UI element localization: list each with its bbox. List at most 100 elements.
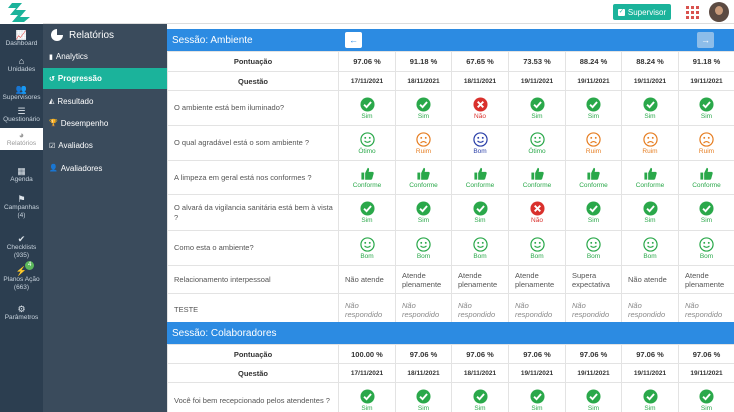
answer-cell: Bom: [338, 230, 396, 266]
answer-text: Supera expectativa: [572, 270, 610, 289]
score-value: 100.00 %: [338, 344, 396, 364]
score-value: 97.06 %: [508, 344, 566, 364]
answer-cell: Não: [508, 194, 566, 231]
supervisor-button[interactable]: ✓ Supervisor: [613, 4, 671, 20]
leftnav-label: Parâmetros: [4, 314, 39, 321]
subnav-item-progress-o[interactable]: ↺ Progressão: [43, 68, 167, 90]
logo-icon: [8, 3, 30, 22]
leftnav-label: Dashboard: [5, 40, 38, 47]
answer-label: Bom: [586, 252, 601, 260]
leftnav-item-par-metros[interactable]: ⚙ Parâmetros: [0, 302, 43, 324]
leftnav-item-unidades[interactable]: ⌂ Unidades: [0, 54, 43, 76]
subnav-item-avaliados[interactable]: ☑ Avaliados: [43, 135, 167, 156]
question-row: O alvará da vigilancia sanitária está be…: [167, 194, 734, 231]
left-sidebar: 📈 Dashboard ⌂ Unidades 👥 Supervisores ☰ Questio…: [0, 24, 43, 412]
answer-text: Não respondido: [685, 300, 723, 319]
check-circle-icon: [529, 96, 545, 112]
score-value: 67.65 %: [451, 51, 509, 72]
subnav-item-analytics[interactable]: ▮ Analytics: [43, 46, 167, 67]
leftnav-item-dashboard[interactable]: 📈 Dashboard: [0, 28, 43, 50]
user-icon: 👤: [49, 165, 58, 172]
next-session-button[interactable]: →: [697, 32, 714, 48]
leftnav-item-relat-rios[interactable]: ◕ Relatórios: [0, 128, 43, 150]
answer-cell: Sim: [395, 194, 452, 231]
times-circle-icon: [472, 96, 488, 112]
score-row: Pontuação 100.00 % 97.06 % 97.06 % 97.06 % 97…: [167, 344, 734, 364]
date-value: 18/11/2021: [451, 363, 509, 383]
check-circle-icon: [642, 389, 658, 404]
answer-label: Sim: [587, 112, 600, 120]
thumbs-up-icon: [643, 167, 657, 180]
smile-icon: [359, 236, 375, 252]
apps-grid-icon[interactable]: [686, 6, 699, 19]
answer-cell: Atende plenamente: [395, 265, 452, 294]
answer-label: Bom: [416, 252, 431, 260]
supervisor-label: Supervisor: [627, 7, 667, 17]
leftnav-label: Campanhas: [3, 204, 40, 211]
date-row: Questão 17/11/2021 18/11/2021 18/11/2021 19/…: [167, 363, 734, 383]
answer-cell: Sim: [621, 194, 679, 231]
thumbs-up-icon: [587, 167, 600, 180]
prev-session-button[interactable]: ←: [345, 32, 362, 48]
leftnav-label: Planos Ação: [3, 276, 40, 283]
leftnav-item-planos-a-o[interactable]: ⚡ Planos Ação (663) 4: [0, 261, 43, 294]
thumbs-up-icon: [700, 167, 713, 180]
answer-cell: Sim: [565, 382, 622, 412]
check-circle-icon: [416, 389, 431, 404]
leftnav-item-supervisores[interactable]: 👥 Supervisores: [0, 82, 43, 104]
subnav-item-avaliadores[interactable]: 👤 Avaliadores: [43, 158, 167, 179]
answer-label: Bom: [699, 252, 714, 260]
arrow-right-icon: →: [701, 35, 710, 45]
leftnav-item-question-rio[interactable]: ☰ Questionário: [0, 104, 43, 126]
subnav-label: Resultado: [57, 96, 94, 106]
answer-label: Não: [531, 217, 543, 224]
subnav-item-resultado[interactable]: ◭ Resultado: [43, 91, 167, 112]
answer-label: Sim: [417, 217, 430, 224]
calendar-icon: ▦: [17, 166, 26, 176]
frown-icon: [699, 131, 714, 147]
session-title: Sessão: Colaboradores: [172, 327, 277, 339]
question-row: Como esta o ambiente? Bom Bom Bom Bom Bom Bom B…: [167, 230, 734, 266]
user-avatar[interactable]: [709, 2, 729, 22]
answer-text: Não respondido: [345, 300, 383, 319]
answer-label: Sim: [361, 405, 373, 412]
score-value: 88.24 %: [565, 51, 622, 72]
answer-label: Bom: [530, 252, 544, 260]
answer-label: Ruim: [698, 147, 715, 155]
session-header: Sessão: Ambiente ← →: [167, 29, 734, 51]
answer-label: Sim: [700, 217, 713, 224]
question-row: O ambiente está bem iluminado? Sim Sim Não S…: [167, 90, 734, 126]
answer-cell: Sim: [621, 382, 679, 412]
app-logo[interactable]: [0, 0, 43, 24]
answer-cell: Sim: [395, 90, 452, 126]
check-circle-icon: [472, 389, 488, 404]
frown-icon: [586, 131, 601, 147]
leftnav-item-campanhas[interactable]: ⚑ Campanhas (4): [0, 192, 43, 222]
leftnav-label: Relatórios: [6, 140, 37, 147]
answer-cell: Sim: [508, 90, 566, 126]
answer-label: Ruim: [642, 147, 658, 155]
answer-cell: Conforme: [565, 160, 622, 195]
answer-label: Sim: [531, 405, 543, 412]
score-value: 88.24 %: [621, 51, 679, 72]
date-value: 18/11/2021: [395, 71, 452, 91]
date-row: Questão 17/11/2021 18/11/2021 18/11/2021 19/…: [167, 71, 734, 91]
subnav-item-desempenho[interactable]: 🏆 Desempenho: [43, 113, 167, 134]
answer-label: Sim: [361, 112, 373, 120]
answer-label: Ótimo: [358, 147, 376, 155]
leftnav-item-agenda[interactable]: ▦ Agenda: [0, 164, 43, 186]
subnav-label: Avaliadores: [60, 163, 103, 173]
check-circle-icon: [586, 201, 601, 216]
check-circle-icon: [359, 389, 375, 404]
question-row: TESTE Não respondido Não respondido Não res…: [167, 293, 734, 326]
date-value: 19/11/2021: [508, 71, 566, 91]
answer-label: Sim: [700, 112, 713, 120]
answer-cell: Conforme: [338, 160, 396, 195]
thumbs-up-icon: [530, 167, 544, 180]
subnav-label: Desempenho: [60, 118, 109, 128]
date-value: 19/11/2021: [678, 363, 734, 383]
answer-cell: Sim: [565, 90, 622, 126]
answer-label: Sim: [531, 112, 543, 120]
answer-label: Bom: [473, 147, 487, 155]
leftnav-item-checklists[interactable]: ✔ Checklists (935): [0, 232, 43, 262]
